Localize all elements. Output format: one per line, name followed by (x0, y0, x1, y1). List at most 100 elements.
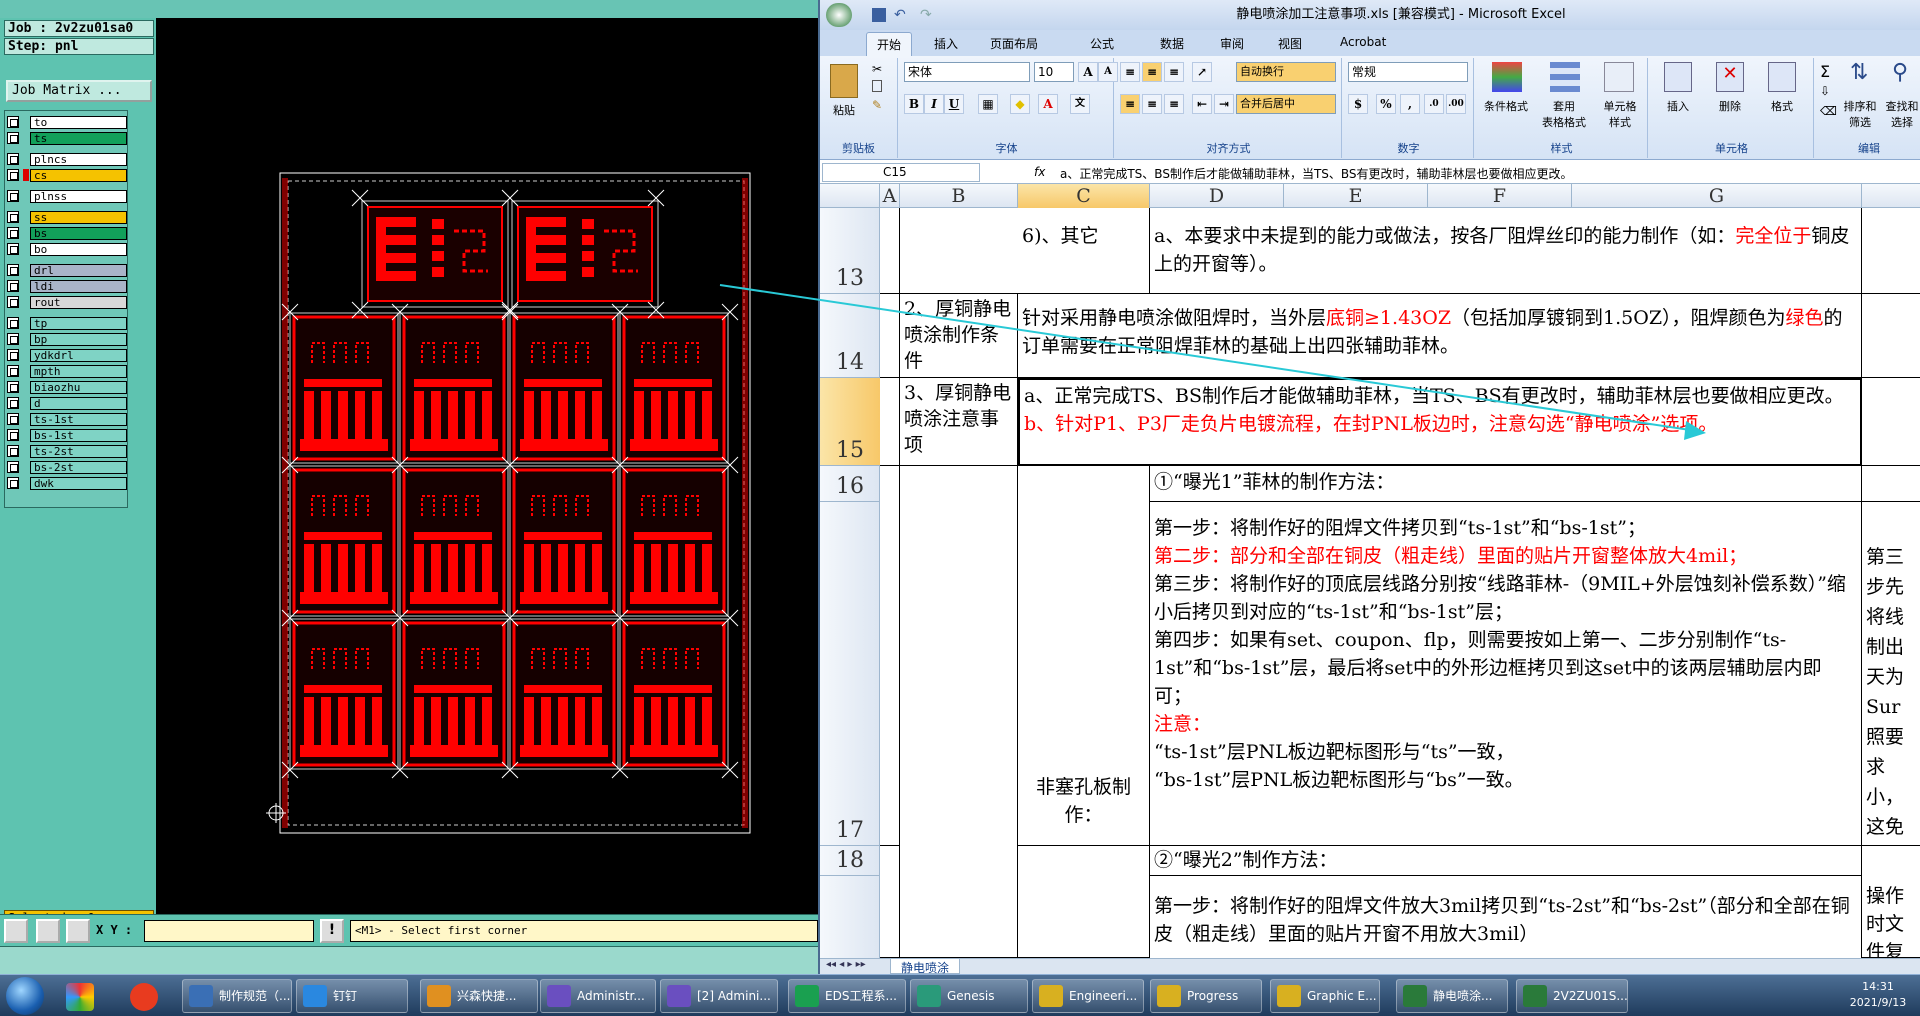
layer-row-bp[interactable]: bp (7, 332, 127, 346)
layer-row-ts-1st[interactable]: ts-1st (7, 412, 127, 426)
phonetic-icon[interactable]: 文 (1070, 94, 1090, 114)
taskbar-item-2[interactable]: 兴森快捷... (420, 979, 538, 1013)
font-name-select[interactable]: 宋体 (904, 62, 1030, 82)
layer-name[interactable]: to (30, 115, 127, 129)
taskbar-item-6[interactable]: Genesis (910, 979, 1028, 1013)
layer-row-plncs[interactable]: plncs (7, 152, 127, 166)
row-header-13[interactable]: 13 (820, 208, 880, 294)
cell-b16[interactable] (900, 466, 1018, 958)
layer-row-biaozhu[interactable]: biaozhu (7, 380, 127, 394)
currency-icon[interactable]: $ (1348, 94, 1368, 114)
ribbon-tab-3[interactable]: 公式 (1090, 35, 1114, 52)
layer-name[interactable]: bs-2st (30, 460, 127, 474)
format-button[interactable]: 格式 (1760, 98, 1804, 114)
grid-icon[interactable] (66, 919, 90, 943)
find-select-button[interactable]: 查找和 选择 (1882, 98, 1920, 130)
layer-checkbox[interactable] (7, 211, 19, 223)
row-header-16[interactable]: 16 (820, 466, 880, 502)
indent-decrease-icon[interactable]: ⇤ (1192, 94, 1212, 114)
layer-checkbox[interactable] (7, 280, 19, 292)
layer-name[interactable]: cs (30, 168, 127, 182)
layer-checkbox[interactable] (7, 132, 19, 144)
taskbar-item-4[interactable]: [2] Admini... (660, 979, 778, 1013)
ribbon-tab-6[interactable]: 视图 (1278, 35, 1302, 52)
layer-name[interactable]: ss (30, 210, 127, 224)
zoom-icon[interactable] (4, 919, 28, 943)
cell-d13[interactable]: a、本要求中未提到的能力或做法，按各厂阻焊丝印的能力制作（如：完全位于铜皮上的开… (1150, 208, 1862, 294)
layer-row-drl[interactable]: drl (7, 263, 127, 277)
cell-a14[interactable] (880, 294, 900, 378)
cell-d17[interactable]: 第一步：将制作好的阻焊文件拷贝到“ts-1st”和“bs-1st”； 第二步：部… (1150, 502, 1862, 846)
align-center-icon[interactable]: ≡ (1142, 94, 1162, 114)
layer-name[interactable]: bo (30, 242, 127, 256)
layer-checkbox[interactable] (7, 349, 19, 361)
cut-icon[interactable]: ✂ (872, 62, 882, 76)
insert-cells-icon[interactable] (1664, 62, 1692, 92)
conditional-format-icon[interactable] (1492, 62, 1522, 92)
layer-name[interactable]: drl (30, 263, 127, 277)
taskbar-item-7[interactable]: Engineeri... (1032, 979, 1144, 1013)
layer-row-cs[interactable]: cs (7, 168, 127, 182)
layer-name[interactable]: d (30, 396, 127, 410)
column-header-blank[interactable] (820, 184, 880, 208)
layer-checkbox[interactable] (7, 317, 19, 329)
layer-name[interactable]: tp (30, 316, 127, 330)
formula-input[interactable]: a、正常完成TS、BS制作后才能做辅助菲林，当TS、BS有更改时，辅助菲林层也要… (1060, 165, 1573, 182)
row-header-15[interactable]: 15 (820, 378, 880, 466)
cell-h13[interactable] (1862, 208, 1920, 294)
ribbon-tab-0[interactable]: 开始 (866, 32, 913, 56)
cell-d18[interactable]: ②“曝光2”制作方法： (1150, 846, 1862, 876)
table-format-icon[interactable] (1550, 62, 1580, 92)
cell-style-button[interactable]: 单元格 样式 (1592, 98, 1648, 130)
layer-name[interactable]: ydkdrl (30, 348, 127, 362)
sort-filter-icon[interactable]: ⇅ (1850, 60, 1868, 85)
layer-checkbox[interactable] (7, 296, 19, 308)
cell-style-icon[interactable] (1604, 62, 1634, 92)
align-top-icon[interactable]: ≡ (1120, 62, 1140, 82)
layer-row-bo[interactable]: bo (7, 242, 127, 256)
layer-row-bs-1st[interactable]: bs-1st (7, 428, 127, 442)
sheet-tab-active[interactable]: 静电喷涂 (890, 959, 961, 975)
ribbon-tab-2[interactable]: 页面布局 (990, 35, 1038, 52)
xy-input[interactable] (144, 920, 314, 942)
autosum-icon[interactable]: Σ (1820, 62, 1830, 81)
layer-checkbox[interactable] (7, 461, 19, 473)
align-bottom-icon[interactable]: ≡ (1164, 62, 1184, 82)
column-header-blank[interactable] (1862, 184, 1920, 208)
column-header-e[interactable]: E (1284, 184, 1428, 208)
taskbar-item-5[interactable]: EDS工程系... (788, 979, 906, 1013)
cell-a16[interactable] (880, 466, 900, 846)
sort-filter-button[interactable]: 排序和 筛选 (1840, 98, 1880, 130)
taskbar-item-11[interactable]: 2V2ZU01S... (1516, 979, 1628, 1013)
row-header-17[interactable]: 17 (820, 502, 880, 846)
row-header-18[interactable]: 18 (820, 846, 880, 876)
number-format-select[interactable]: 常规 (1348, 62, 1468, 82)
cell-c13[interactable]: 6)、其它 (1018, 208, 1150, 294)
border-icon[interactable]: ▦ (978, 94, 998, 114)
layer-checkbox[interactable] (7, 429, 19, 441)
percent-icon[interactable]: % (1376, 94, 1396, 114)
layer-checkbox[interactable] (7, 227, 19, 239)
taskbar-item-0[interactable]: 制作规范（... (182, 979, 292, 1013)
layer-row-ss[interactable]: ss (7, 210, 127, 224)
cell-a13[interactable] (880, 208, 900, 294)
taskbar-item-9[interactable]: Graphic E... (1270, 979, 1380, 1013)
cell-b15[interactable]: 3、厚铜静电喷涂注意事项 (900, 378, 1018, 466)
cell-h16[interactable] (1862, 466, 1920, 502)
cell-b14[interactable]: 2、厚铜静电喷涂制作条件 (900, 294, 1018, 378)
column-header-f[interactable]: F (1428, 184, 1572, 208)
layer-checkbox[interactable] (7, 333, 19, 345)
delete-button[interactable]: 删除 (1708, 98, 1752, 114)
layer-checkbox[interactable] (7, 153, 19, 165)
cell-d16[interactable]: ①“曝光1”菲林的制作方法： (1150, 466, 1862, 502)
insert-button[interactable]: 插入 (1656, 98, 1700, 114)
taskbar-item-8[interactable]: Progress (1150, 979, 1262, 1013)
comma-icon[interactable]: , (1400, 94, 1420, 114)
underline-icon[interactable]: U (944, 94, 964, 114)
wrap-text-button[interactable]: 自动换行 (1236, 62, 1336, 82)
ribbon-tab-1[interactable]: 插入 (934, 35, 958, 52)
fill-color-icon[interactable]: ◆ (1010, 94, 1030, 114)
orientation-icon[interactable]: ↗ (1192, 62, 1212, 82)
layer-name[interactable]: plnss (30, 189, 127, 203)
taskbar-item-3[interactable]: Administr... (540, 979, 656, 1013)
